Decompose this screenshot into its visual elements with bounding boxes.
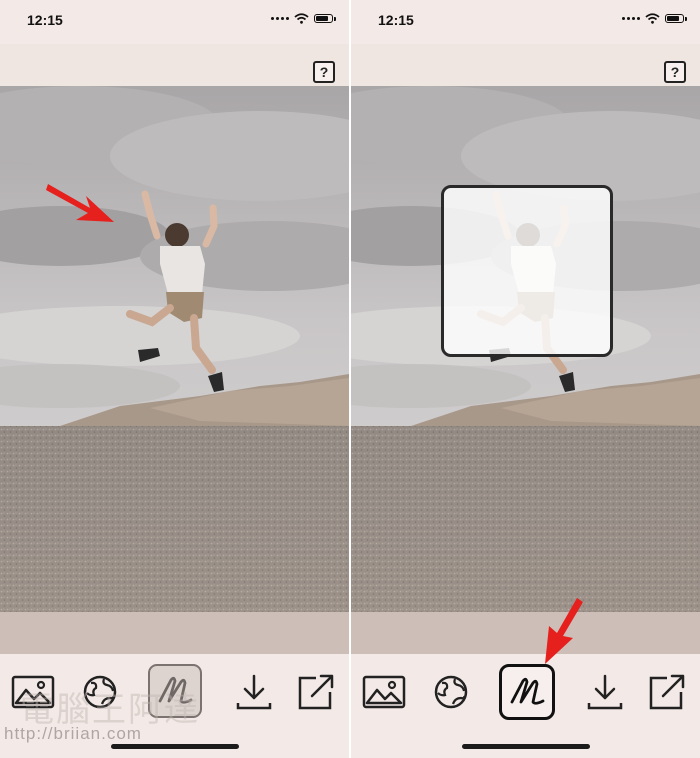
home-indicator [462, 744, 590, 749]
photo-bottom-strip [351, 612, 700, 654]
share-icon [298, 674, 334, 710]
help-button[interactable]: ? [664, 61, 686, 83]
photo-canvas[interactable] [0, 86, 349, 612]
draw-button[interactable] [499, 664, 555, 720]
signal-dots-icon [271, 17, 289, 20]
left-screen: 12:15 ? 電腦王阿達 http://briian.com [0, 0, 349, 758]
status-bar: 12:15 [0, 0, 349, 44]
red-arrow-sky [46, 184, 114, 222]
scribble-draw-icon [510, 677, 545, 705]
top-bar: ? [0, 44, 349, 86]
share-button[interactable] [290, 666, 342, 718]
bottom-toolbar [351, 654, 700, 758]
photo-library-button[interactable] [358, 666, 410, 718]
signal-dots-icon [622, 17, 640, 20]
globe-button[interactable] [425, 666, 477, 718]
battery-icon [314, 14, 336, 23]
selection-overlay[interactable] [441, 185, 613, 357]
battery-icon [665, 14, 687, 23]
help-button[interactable]: ? [313, 61, 335, 83]
status-bar: 12:15 [351, 0, 700, 44]
red-arrow-draw [545, 598, 583, 664]
home-indicator [111, 744, 239, 749]
download-icon [236, 674, 272, 710]
wifi-icon [645, 13, 660, 24]
photo-canvas[interactable] [351, 86, 700, 612]
photo-library-icon [362, 675, 406, 709]
share-button[interactable] [641, 666, 693, 718]
status-time: 12:15 [27, 12, 63, 28]
share-icon [649, 674, 685, 710]
download-button[interactable] [579, 666, 631, 718]
wifi-icon [294, 13, 309, 24]
globe-icon [434, 675, 468, 709]
top-bar: ? [351, 44, 700, 86]
status-time: 12:15 [378, 12, 414, 28]
download-icon [587, 674, 623, 710]
watermark-url: http://briian.com [4, 724, 142, 743]
download-button[interactable] [228, 666, 280, 718]
photo-bottom-strip [0, 612, 349, 654]
right-screen: 12:15 ? [351, 0, 700, 758]
